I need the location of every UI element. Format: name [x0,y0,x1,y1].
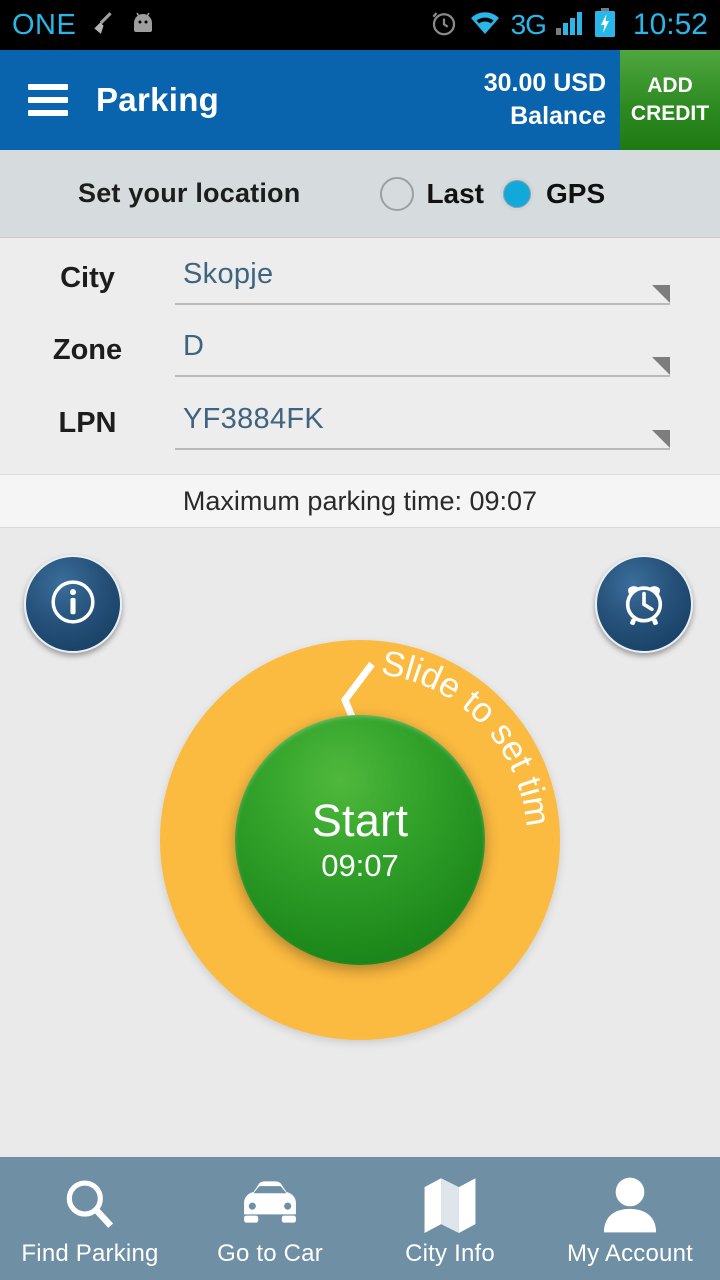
add-credit-button[interactable]: ADD CREDIT [620,50,720,150]
nav-item-my-account[interactable]: My Account [540,1157,720,1280]
dial-area: Slide to set time Start 09:07 [0,528,720,1155]
nav-item-city-info[interactable]: City Info [360,1157,540,1280]
carrier-label: ONE [12,8,77,41]
alarm-icon [429,8,459,43]
android-icon [129,11,157,40]
map-icon [422,1174,478,1236]
location-radio-group: Last GPS [380,176,606,211]
time-dial[interactable]: Slide to set time Start 09:07 [160,640,560,1040]
radio-button-gps[interactable] [500,176,535,211]
radio-button-last[interactable] [380,176,415,211]
hamburger-menu-icon[interactable] [28,84,68,116]
field-row-city: City Skopje [0,248,720,322]
location-label: Set your location [78,178,301,208]
field-row-zone: Zone D [0,320,720,394]
field-label-lpn: LPN [58,407,117,439]
start-button[interactable]: Start 09:07 [235,715,485,965]
clock-label: 10:52 [632,8,708,41]
field-underline-lpn [175,448,670,450]
nav-label-my-account: My Account [566,1239,694,1267]
nav-label-find-parking: Find Parking [21,1239,159,1267]
max-parking-time-banner: Maximum parking time: 09:07 [0,474,720,528]
field-control-lpn[interactable]: YF3884FK [175,393,670,450]
alarm-button[interactable] [595,555,693,653]
spinner-triangle-icon [652,430,670,448]
network-type-label: 3G [510,9,547,40]
person-icon [601,1174,659,1236]
car-icon [237,1174,303,1236]
wifi-icon [468,10,502,41]
bottom-navigation: Find Parking Go to Car City Info My Acco… [0,1155,720,1280]
spinner-triangle-icon [652,357,670,375]
radio-label-last: Last [426,177,485,209]
radio-option-gps[interactable]: GPS [500,176,606,211]
start-button-label: Start [311,795,409,846]
field-value-lpn: YF3884FK [183,403,325,435]
add-credit-line1: ADD [647,74,693,97]
signal-icon [555,10,585,41]
start-button-time: 09:07 [321,848,399,883]
radio-label-gps: GPS [546,177,606,209]
search-icon [59,1174,121,1236]
add-credit-line2: CREDIT [630,102,710,125]
radio-option-last[interactable]: Last [380,176,485,211]
field-row-lpn: LPN YF3884FK [0,393,720,467]
field-control-city[interactable]: Skopje [175,248,670,305]
parking-form: City Skopje Zone D LPN YF3884FK [0,238,720,474]
field-label-city: City [60,262,115,294]
nav-label-city-info: City Info [405,1239,495,1267]
spinner-triangle-icon [652,285,670,303]
field-underline-zone [175,375,670,377]
page-title: Parking [96,81,220,118]
battery-charging-icon [594,7,616,43]
balance-amount: 30.00 USD [483,69,606,97]
balance-display[interactable]: 30.00 USD Balance [484,67,620,133]
app-bar: Parking 30.00 USD Balance ADD CREDIT [0,50,720,150]
balance-label: Balance [510,102,606,130]
field-value-zone: D [183,330,205,362]
info-button[interactable] [24,555,122,653]
field-control-zone[interactable]: D [175,320,670,377]
nav-item-find-parking[interactable]: Find Parking [0,1157,180,1280]
nav-label-go-to-car: Go to Car [217,1239,323,1267]
alarm-clock-icon [615,573,673,636]
nav-item-go-to-car[interactable]: Go to Car [180,1157,360,1280]
broom-icon [90,10,116,41]
field-label-zone: Zone [52,334,123,366]
location-selector-row: Set your location Last GPS [0,150,720,238]
field-underline-city [175,303,670,305]
field-value-city: Skopje [183,258,274,290]
status-bar: ONE 3G 10:52 [0,0,720,50]
info-icon [45,574,101,635]
